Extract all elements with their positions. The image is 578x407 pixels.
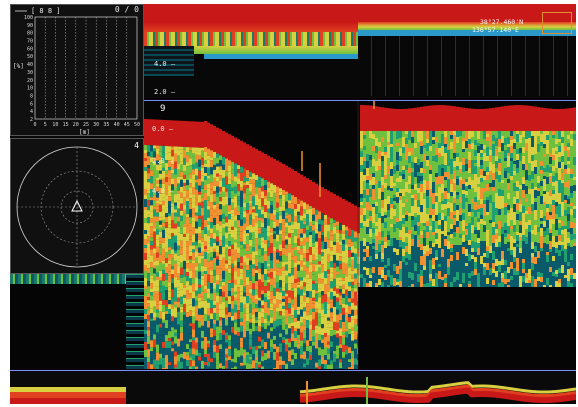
histogram-y-tick: 30 <box>27 70 33 76</box>
histogram-y-tick: 2 <box>30 117 33 123</box>
histogram-x-tick: 35 <box>103 122 109 128</box>
histogram-y-tick: 20 <box>27 78 33 84</box>
histogram-x-tick: 30 <box>93 122 99 128</box>
histogram-y-tick: 4 <box>30 109 33 115</box>
histogram-x-tick: 5 <box>44 122 47 128</box>
main-echogram: 9 0.0 — 2.0 — 4.0 — <box>144 101 576 369</box>
left-lower-echogram <box>10 274 144 369</box>
histogram-y-tick: 60 <box>27 46 33 52</box>
position-longitude: 136°57.140'E <box>472 26 519 34</box>
histogram-x-tick: 40 <box>114 122 120 128</box>
histogram-y-tick: 80 <box>27 31 33 37</box>
histogram-y-tick: 8 <box>30 93 33 99</box>
position-latitude: 38°27.460'N <box>480 18 524 26</box>
bottom-echogram-strip <box>10 370 576 404</box>
histogram-x-tick: 10 <box>52 122 58 128</box>
histogram-y-tick: 50 <box>27 54 33 60</box>
histogram-x-tick: 20 <box>73 122 79 128</box>
histogram-y-tick: 6 <box>30 101 33 107</box>
histogram-x-tick: 0 <box>33 122 36 128</box>
range-marker-box <box>542 12 572 34</box>
histogram-y-tick: 40 <box>27 62 33 68</box>
histogram-panel: [ 8 8 ] 0 / 0 [%] [m] 0 5 10 15 20 25 30 35 40 45… <box>10 4 144 136</box>
histogram-x-tick: 45 <box>124 122 130 128</box>
ship-marker-icon <box>71 199 83 212</box>
histogram-y-tick: 100 <box>24 15 33 21</box>
histogram-x-tick: 50 <box>134 122 140 128</box>
histogram-grid: 0 5 10 15 20 25 30 35 40 45 50 100 90 80 7060 50 40 30 20 1… <box>15 10 140 128</box>
sonar-circle-display <box>16 146 138 268</box>
depth-label-upper: 4.0 — <box>154 60 176 68</box>
histogram-x-tick: 25 <box>83 122 89 128</box>
top-echogram: 4.0 — 2.0 — 38°27.460'N 136°57.140'E <box>144 4 576 100</box>
echo-sounder-screen: [ 8 8 ] 0 / 0 [%] [m] 0 5 10 15 20 25 30 35 40 45… <box>10 4 576 404</box>
histogram-y-tick: 90 <box>27 23 33 29</box>
histogram-y-tick: 10 <box>27 86 33 92</box>
depth-label-1: 2.0 — <box>152 157 174 165</box>
sonar-panel: 4 <box>10 138 144 274</box>
channel-number: 9 <box>160 104 166 114</box>
histogram-y-tick: 70 <box>27 39 33 45</box>
depth-label-2: 4.0 — <box>152 187 174 195</box>
histogram-x-tick: 15 <box>63 122 69 128</box>
depth-label-lower: 2.0 — <box>154 88 176 96</box>
depth-label-0: 0.0 — <box>152 125 174 133</box>
